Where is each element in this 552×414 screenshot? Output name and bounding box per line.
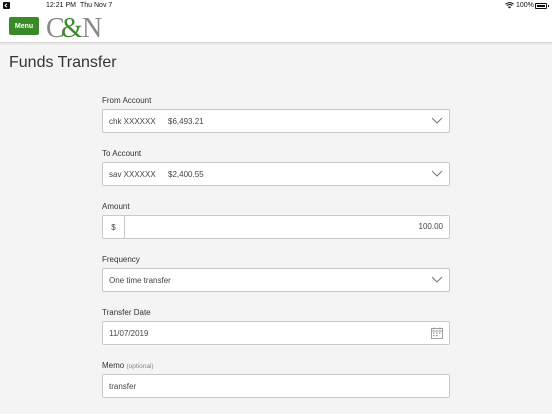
to-account-number: sav XXXXXX (109, 169, 156, 179)
from-account-number: chk XXXXXX (109, 116, 156, 126)
svg-text:N: N (82, 13, 102, 41)
transfer-date-label: Transfer Date (102, 308, 151, 317)
from-account-balance: $6,493.21 (168, 116, 204, 126)
transfer-date-input[interactable]: 11/07/2019 (102, 321, 450, 345)
frequency-select[interactable]: One time transfer (102, 268, 450, 292)
transfer-date-field: Transfer Date 11/07/2019 (102, 308, 450, 345)
memo-value: transfer (109, 381, 137, 391)
chevron-down-icon (431, 170, 443, 177)
frequency-value: One time transfer (109, 275, 171, 285)
to-account-balance: $2,400.55 (168, 169, 204, 179)
wifi-icon (505, 2, 514, 11)
to-account-select[interactable]: sav XXXXXX $2,400.55 (102, 162, 450, 186)
status-time: 12:21 PM (46, 2, 76, 9)
frequency-label: Frequency (102, 255, 140, 264)
memo-field: Memo (optional) transfer (102, 361, 450, 398)
menu-button[interactable]: Menu (9, 17, 39, 35)
amount-group: $ 100.00 (102, 215, 450, 239)
from-account-select[interactable]: chk XXXXXX $6,493.21 (102, 109, 450, 133)
cn-logo: C & N (46, 13, 102, 41)
from-account-label: From Account (102, 96, 152, 105)
amount-input[interactable]: 100.00 (125, 215, 450, 239)
status-date: Thu Nov 7 (80, 2, 113, 9)
to-account-label: To Account (102, 149, 142, 158)
from-account-field: From Account chk XXXXXX $6,493.21 (102, 96, 450, 133)
frequency-field: Frequency One time transfer (102, 255, 450, 292)
to-account-field: To Account sav XXXXXX $2,400.55 (102, 149, 450, 186)
app-header: Menu C & N (0, 12, 552, 43)
chevron-down-icon (431, 276, 443, 283)
memo-label-text: Memo (102, 361, 125, 370)
status-bar: 12:21 PM Thu Nov 7 100% (0, 0, 552, 12)
currency-addon: $ (102, 215, 125, 239)
chevron-down-icon (431, 117, 443, 124)
svg-text:&: & (61, 13, 83, 41)
memo-label: Memo (optional) (102, 361, 450, 371)
amount-field: Amount $ 100.00 (102, 202, 450, 239)
amount-label: Amount (102, 202, 130, 211)
battery-percent: 100% (516, 2, 534, 9)
calendar-icon[interactable] (431, 327, 443, 339)
memo-input[interactable]: transfer (102, 374, 450, 398)
memo-optional-hint: (optional) (126, 363, 154, 370)
transfer-date-value: 11/07/2019 (109, 328, 149, 338)
battery-icon (535, 3, 549, 9)
page-title: Funds Transfer (9, 54, 117, 71)
back-icon[interactable] (3, 2, 10, 9)
